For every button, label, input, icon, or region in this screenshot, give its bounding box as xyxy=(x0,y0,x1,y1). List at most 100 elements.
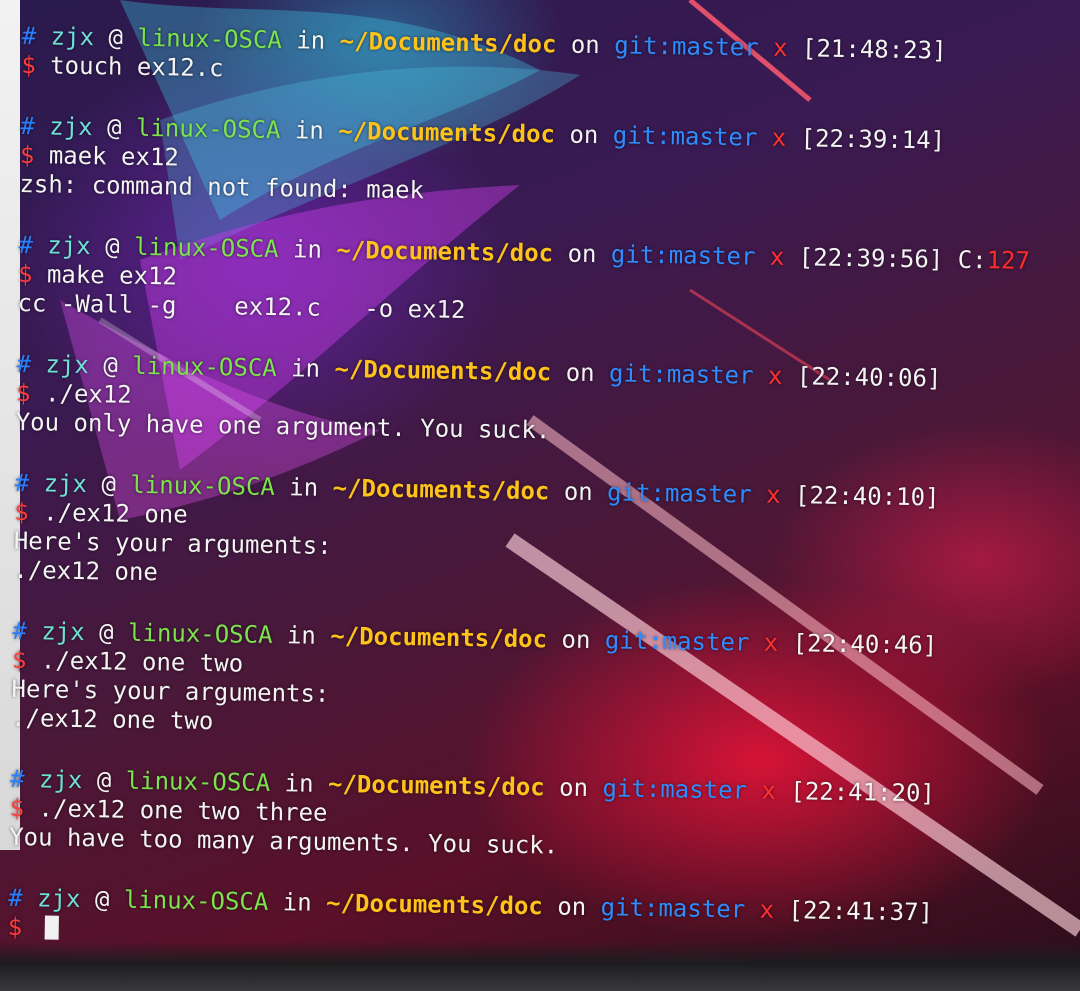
prompt-path: ~/Documents/doc xyxy=(327,769,545,802)
prompt-host: linux-OSCA xyxy=(123,885,269,916)
prompt-branch: master xyxy=(664,479,752,509)
terminal-window: # zjx @ linux-OSCA in ~/Documents/doc on… xyxy=(0,0,1080,991)
prompt-dirty-mark: x xyxy=(759,895,775,924)
prompt-path: ~/Documents/doc xyxy=(338,116,556,149)
prompt-timestamp: [22:40:46] xyxy=(792,629,938,660)
command-text: touch ex12.c xyxy=(50,51,224,83)
prompt-at: @ xyxy=(96,766,112,795)
prompt-at: @ xyxy=(103,351,119,380)
prompt-on: on xyxy=(565,358,595,388)
prompt-in: in xyxy=(286,621,317,650)
terminal-output: # zjx @ linux-OSCA in ~/Documents/doc on… xyxy=(7,22,1072,990)
prompt-in: in xyxy=(290,354,321,383)
command-block: # zjx @ linux-OSCA in ~/Documents/doc on… xyxy=(11,617,1063,749)
prompt-dollar: $ xyxy=(19,140,35,170)
command-block: # zjx @ linux-OSCA in ~/Documents/doc on… xyxy=(9,765,1060,868)
prompt-hash: # xyxy=(16,349,32,379)
prompt-on: on xyxy=(558,773,589,802)
command-block: # zjx @ linux-OSCA in ~/Documents/doc on… xyxy=(13,469,1065,601)
prompt-hash: # xyxy=(8,883,23,913)
prompt-user: zjx xyxy=(47,231,91,261)
prompt-host: linux-OSCA xyxy=(135,113,281,145)
prompt-in: in xyxy=(289,473,319,502)
prompt-branch: master xyxy=(662,627,750,657)
prompt-dollar: $ xyxy=(14,497,29,527)
exit-code-value: 127 xyxy=(986,246,1031,275)
prompt-hash: # xyxy=(21,22,37,51)
prompt-dollar: $ xyxy=(21,50,36,80)
prompt-timestamp: [21:48:23] xyxy=(801,34,947,65)
prompt-user: zjx xyxy=(45,350,90,380)
prompt-branch: master xyxy=(670,122,758,152)
command-text: ./ex12 one xyxy=(42,498,188,529)
prompt-user: zjx xyxy=(43,469,88,499)
prompt-on: on xyxy=(557,892,587,921)
prompt-user: zjx xyxy=(49,112,93,142)
prompt-timestamp: [22:41:20] xyxy=(790,777,936,808)
prompt-hash: # xyxy=(9,764,25,794)
prompt-at: @ xyxy=(106,113,122,142)
prompt-dirty-mark: x xyxy=(767,361,783,390)
prompt-path: ~/Documents/doc xyxy=(325,888,544,921)
prompt-in: in xyxy=(296,26,326,55)
prompt-at: @ xyxy=(108,23,124,52)
prompt-in: in xyxy=(282,888,312,917)
prompt-timestamp: [22:39:56] xyxy=(798,243,944,274)
prompt-git-label: git: xyxy=(602,774,661,804)
prompt-at: @ xyxy=(101,470,117,499)
prompt-user: zjx xyxy=(41,617,85,647)
prompt-branch: master xyxy=(668,241,756,271)
prompt-dirty-mark: x xyxy=(769,242,785,272)
prompt-dollar: $ xyxy=(11,645,27,675)
prompt-in: in xyxy=(294,116,325,145)
command-text: ./ex12 xyxy=(44,379,132,409)
prompt-branch: master xyxy=(658,894,746,924)
prompt-branch: master xyxy=(660,775,748,805)
prompt-host: linux-OSCA xyxy=(137,23,283,55)
prompt-path: ~/Documents/doc xyxy=(330,621,548,654)
prompt-user: zjx xyxy=(38,765,83,795)
command-text: maek ex12 xyxy=(48,141,180,172)
monitor-bezel xyxy=(0,941,1080,991)
command-block: # zjx @ linux-OSCA in ~/Documents/doc on… xyxy=(21,22,1072,96)
prompt-dirty-mark: x xyxy=(771,123,787,153)
prompt-git-label: git: xyxy=(608,359,668,389)
command-block: # zjx @ linux-OSCA in ~/Documents/doc on… xyxy=(15,350,1066,453)
prompt-host: linux-OSCA xyxy=(125,766,271,797)
prompt-path: ~/Documents/doc xyxy=(339,26,557,59)
command-text: ./ex12 one two xyxy=(40,646,244,678)
prompt-dollar: $ xyxy=(9,793,25,823)
prompt-timestamp: [22:40:06] xyxy=(796,362,942,393)
prompt-path: ~/Documents/doc xyxy=(332,473,550,506)
prompt-host: linux-OSCA xyxy=(133,232,279,264)
prompt-dollar: $ xyxy=(7,912,23,942)
prompt-branch: master xyxy=(666,360,754,390)
prompt-host: linux-OSCA xyxy=(130,470,276,502)
prompt-in: in xyxy=(292,235,323,264)
prompt-branch: master xyxy=(671,32,759,62)
prompt-path: ~/Documents/doc xyxy=(334,354,552,387)
prompt-dirty-mark: x xyxy=(772,33,788,63)
prompt-timestamp: [22:40:10] xyxy=(794,481,940,512)
prompt-on: on xyxy=(567,239,597,269)
prompt-dirty-mark: x xyxy=(763,628,779,657)
command-block: # zjx @ linux-OSCA in ~/Documents/doc on… xyxy=(19,112,1070,215)
prompt-in: in xyxy=(284,769,314,798)
prompt-on: on xyxy=(561,625,591,655)
prompt-git-label: git: xyxy=(604,626,663,656)
prompt-host: linux-OSCA xyxy=(132,351,277,383)
prompt-git-label: git: xyxy=(613,31,673,61)
prompt-dollar: $ xyxy=(17,259,33,289)
prompt-git-label: git: xyxy=(606,478,666,508)
text-cursor[interactable] xyxy=(44,915,59,940)
prompt-path: ~/Documents/doc xyxy=(336,235,554,268)
command-text: make ex12 xyxy=(46,260,178,291)
prompt-on: on xyxy=(563,477,593,507)
prompt-git-label: git: xyxy=(610,240,669,270)
prompt-hash: # xyxy=(14,468,30,498)
prompt-hash: # xyxy=(12,616,28,646)
prompt-on: on xyxy=(569,120,599,150)
command-text: ./ex12 one two three xyxy=(38,794,328,827)
prompt-user: zjx xyxy=(36,884,81,914)
prompt-dollar: $ xyxy=(15,378,31,408)
